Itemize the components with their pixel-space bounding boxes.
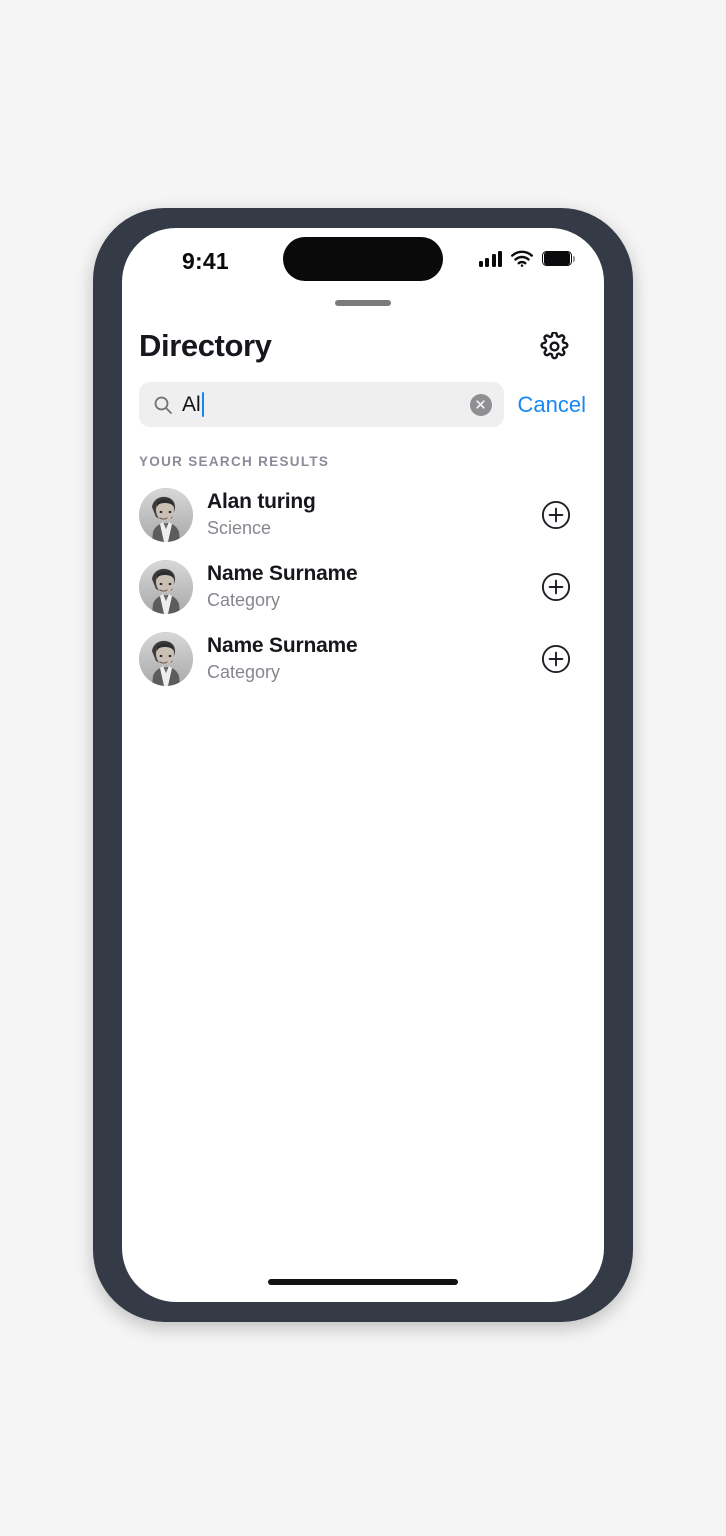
search-input-value: Al — [182, 393, 201, 416]
avatar — [139, 632, 193, 686]
list-item-subtitle: Category — [207, 662, 281, 683]
screenshot-stage: 9:41 Directory Al Cancel YOUR SEARCH RES… — [0, 0, 726, 1536]
list-item-text: Alan turing Science — [207, 489, 541, 541]
avatar — [139, 488, 193, 542]
add-button[interactable] — [541, 572, 571, 602]
list-item-subtitle: Category — [207, 590, 281, 611]
plus-circle-icon — [541, 500, 571, 530]
search-input[interactable]: Al — [139, 382, 504, 427]
list-item-title: Name Surname — [207, 562, 358, 586]
plus-circle-icon — [541, 644, 571, 674]
close-icon — [475, 399, 486, 410]
list-item[interactable]: Alan turing Science — [122, 479, 604, 551]
cancel-button[interactable]: Cancel — [516, 392, 588, 418]
settings-button[interactable] — [537, 329, 571, 363]
home-indicator[interactable] — [268, 1279, 458, 1285]
app-header: Directory — [122, 306, 604, 364]
dynamic-island — [283, 237, 443, 281]
list-item-text: Name Surname Category — [207, 633, 541, 685]
search-value-wrapper: Al — [182, 392, 470, 417]
phone-screen: 9:41 Directory Al Cancel YOUR SEARCH RES… — [122, 228, 604, 1302]
gear-icon — [539, 331, 569, 361]
clear-search-button[interactable] — [469, 393, 492, 416]
search-row: Al Cancel — [122, 364, 604, 427]
search-results-section-label: Your search results — [139, 454, 330, 469]
wifi-icon — [511, 250, 533, 267]
plus-circle-icon — [541, 572, 571, 602]
list-item-text: Name Surname Category — [207, 561, 541, 613]
list-item-subtitle: Science — [207, 518, 272, 539]
text-cursor — [201, 392, 205, 417]
add-button[interactable] — [541, 644, 571, 674]
signal-bars-icon — [478, 249, 502, 267]
grabber-bar — [335, 300, 391, 306]
status-bar: 9:41 — [122, 228, 604, 292]
list-item-title: Alan turing — [207, 490, 316, 514]
list-item-title: Name Surname — [207, 634, 358, 658]
search-results-list: Alan turing Science Name Surname Categor… — [122, 469, 604, 695]
status-bar-icons — [478, 249, 575, 267]
status-bar-time: 9:41 — [182, 248, 229, 274]
add-button[interactable] — [541, 500, 571, 530]
list-item[interactable]: Name Surname Category — [122, 623, 604, 695]
search-icon — [153, 395, 173, 415]
list-item[interactable]: Name Surname Category — [122, 551, 604, 623]
page-title: Directory — [139, 328, 272, 363]
avatar — [139, 560, 193, 614]
battery-icon — [542, 250, 575, 266]
